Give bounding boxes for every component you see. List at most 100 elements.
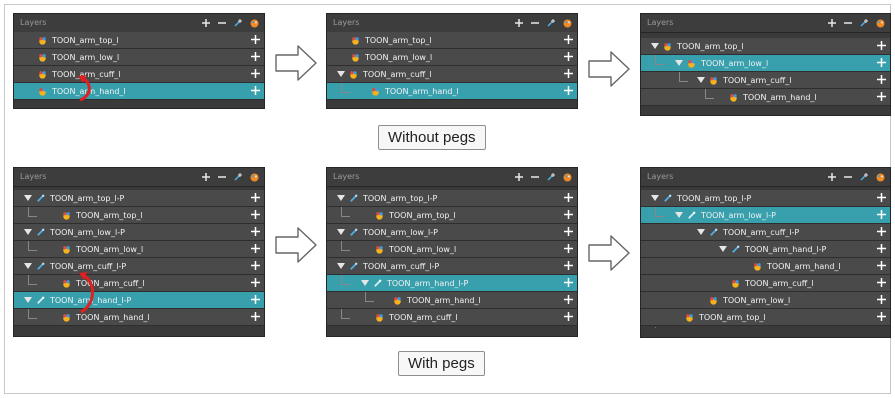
layer-row[interactable]: TOON_arm_hand_l <box>641 89 890 106</box>
expand-triangle-icon[interactable] <box>24 228 32 236</box>
plus-icon[interactable] <box>876 91 887 102</box>
plus-icon[interactable] <box>876 311 887 322</box>
expand-triangle-icon[interactable] <box>361 279 369 287</box>
expand-triangle-icon[interactable] <box>719 245 727 253</box>
plus-icon[interactable] <box>563 226 574 237</box>
layer-row[interactable]: TOON_arm_hand_l <box>641 258 890 275</box>
plus-icon[interactable] <box>563 294 574 305</box>
add-peg-icon[interactable] <box>233 18 243 28</box>
plus-icon[interactable] <box>250 51 261 62</box>
plus-icon[interactable] <box>563 85 574 96</box>
expand-triangle-icon[interactable] <box>337 194 345 202</box>
plus-icon[interactable] <box>250 260 261 271</box>
layer-row-peg[interactable]: TOON_arm_cuff_l-P <box>327 258 577 275</box>
layer-row[interactable]: TOON_arm_low_l <box>641 292 890 309</box>
add-peg-icon[interactable] <box>546 18 556 28</box>
palette-icon[interactable] <box>249 18 260 29</box>
layer-row[interactable]: TOON_arm_cuff_l <box>14 275 264 292</box>
layer-row-peg[interactable]: TOON_arm_top_l-P <box>327 190 577 207</box>
layer-row[interactable]: TOON_arm_top_l <box>641 309 890 326</box>
plus-icon[interactable] <box>876 260 887 271</box>
plus-icon[interactable] <box>250 226 261 237</box>
plus-icon[interactable] <box>876 57 887 68</box>
plus-icon[interactable] <box>250 34 261 45</box>
add-peg-icon[interactable] <box>546 172 556 182</box>
plus-icon[interactable] <box>250 311 261 322</box>
layer-row[interactable]: TOON_arm_top_l <box>327 32 577 49</box>
layer-row[interactable]: TOON_arm_top_l <box>14 207 264 224</box>
layer-row[interactable]: TOON_arm_cuff_l <box>327 66 577 83</box>
minus-icon[interactable] <box>843 18 853 28</box>
expand-triangle-icon[interactable] <box>651 194 659 202</box>
plus-icon[interactable] <box>876 192 887 203</box>
layer-row[interactable]: TOON_arm_low_l <box>327 49 577 66</box>
plus-icon[interactable] <box>563 34 574 45</box>
plus-icon[interactable] <box>876 209 887 220</box>
expand-triangle-icon[interactable] <box>337 70 345 78</box>
layer-row-selected[interactable]: TOON_arm_low_l-P <box>641 207 890 224</box>
add-peg-icon[interactable] <box>859 172 869 182</box>
plus-icon[interactable] <box>201 172 211 182</box>
plus-icon[interactable] <box>563 311 574 322</box>
palette-icon[interactable] <box>562 172 573 183</box>
layer-row[interactable]: TOON_arm_cuff_l <box>641 72 890 89</box>
palette-icon[interactable] <box>875 18 886 29</box>
plus-icon[interactable] <box>876 226 887 237</box>
expand-triangle-icon[interactable] <box>24 262 32 270</box>
plus-icon[interactable] <box>514 172 524 182</box>
layer-row[interactable]: TOON_arm_top_l <box>327 207 577 224</box>
expand-triangle-icon[interactable] <box>24 194 32 202</box>
layer-row-selected[interactable]: TOON_arm_hand_l-P <box>14 292 264 309</box>
plus-icon[interactable] <box>563 192 574 203</box>
palette-icon[interactable] <box>562 18 573 29</box>
plus-icon[interactable] <box>876 243 887 254</box>
layer-row-selected[interactable]: TOON_arm_hand_l <box>327 83 577 100</box>
palette-icon[interactable] <box>875 172 886 183</box>
plus-icon[interactable] <box>250 68 261 79</box>
minus-icon[interactable] <box>530 172 540 182</box>
plus-icon[interactable] <box>827 172 837 182</box>
minus-icon[interactable] <box>530 18 540 28</box>
expand-triangle-icon[interactable] <box>697 76 705 84</box>
add-peg-icon[interactable] <box>233 172 243 182</box>
plus-icon[interactable] <box>250 192 261 203</box>
expand-triangle-icon[interactable] <box>675 211 683 219</box>
layer-row[interactable]: TOON_arm_top_l <box>14 32 264 49</box>
layer-row[interactable]: TOON_arm_low_l <box>327 241 577 258</box>
layer-row-peg[interactable]: TOON_arm_cuff_l-P <box>641 224 890 241</box>
plus-icon[interactable] <box>876 277 887 288</box>
plus-icon[interactable] <box>876 40 887 51</box>
layer-row-peg[interactable]: TOON_arm_top_l-P <box>641 190 890 207</box>
layer-row-peg[interactable]: TOON_arm_hand_l-P <box>641 241 890 258</box>
expand-triangle-icon[interactable] <box>651 42 659 50</box>
expand-triangle-icon[interactable] <box>675 59 683 67</box>
layer-row[interactable]: TOON_arm_cuff_l <box>327 309 577 326</box>
plus-icon[interactable] <box>876 74 887 85</box>
plus-icon[interactable] <box>876 294 887 305</box>
layer-row-peg[interactable]: TOON_arm_top_l-P <box>14 190 264 207</box>
layer-row-selected[interactable]: TOON_arm_hand_l <box>14 83 264 100</box>
layer-row[interactable]: TOON_arm_hand_l <box>327 292 577 309</box>
plus-icon[interactable] <box>201 18 211 28</box>
expand-triangle-icon[interactable] <box>337 262 345 270</box>
plus-icon[interactable] <box>563 51 574 62</box>
layer-row[interactable]: TOON_arm_cuff_l <box>14 66 264 83</box>
layer-row-peg[interactable]: TOON_arm_low_l-P <box>14 224 264 241</box>
plus-icon[interactable] <box>514 18 524 28</box>
plus-icon[interactable] <box>827 18 837 28</box>
minus-icon[interactable] <box>843 172 853 182</box>
minus-icon[interactable] <box>217 172 227 182</box>
expand-triangle-icon[interactable] <box>24 296 32 304</box>
layer-row-peg[interactable]: TOON_arm_low_l-P <box>327 224 577 241</box>
plus-icon[interactable] <box>250 85 261 96</box>
add-peg-icon[interactable] <box>859 18 869 28</box>
minus-icon[interactable] <box>217 18 227 28</box>
plus-icon[interactable] <box>250 277 261 288</box>
plus-icon[interactable] <box>250 243 261 254</box>
layer-row-peg[interactable]: TOON_arm_cuff_l-P <box>14 258 264 275</box>
plus-icon[interactable] <box>563 243 574 254</box>
expand-triangle-icon[interactable] <box>337 228 345 236</box>
plus-icon[interactable] <box>250 294 261 305</box>
layer-row-selected[interactable]: TOON_arm_low_l <box>641 55 890 72</box>
plus-icon[interactable] <box>563 277 574 288</box>
